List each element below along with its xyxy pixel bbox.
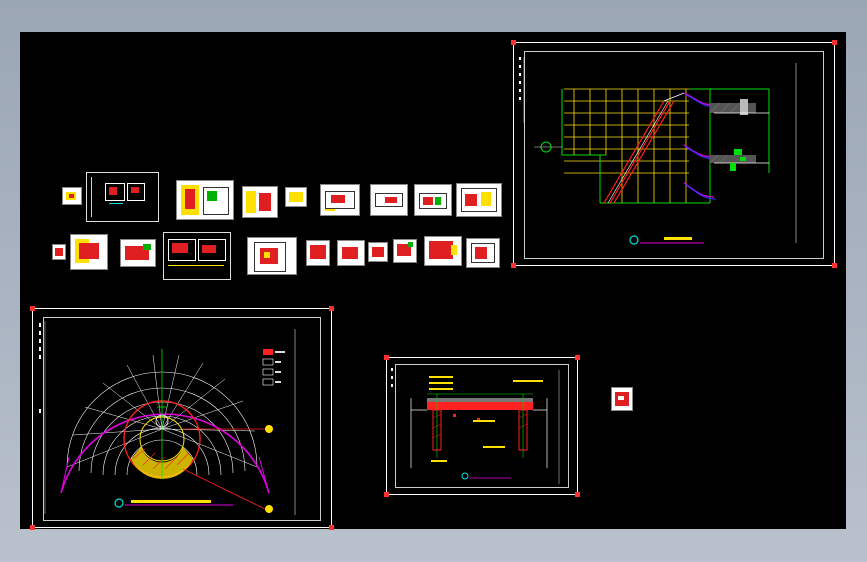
thumb-sheet-11[interactable] (70, 234, 108, 270)
thumb-sheet-01[interactable] (62, 187, 82, 205)
thumb-sheet-10[interactable] (52, 244, 66, 260)
thumb-sheet-18[interactable] (393, 239, 417, 263)
stair-elevation-drawing (519, 57, 797, 245)
thumb-sheet-09[interactable] (456, 183, 502, 217)
title-bubble-icon (114, 498, 124, 508)
thumb-sheet-19[interactable] (424, 236, 462, 266)
fan-plan-sheet[interactable] (30, 306, 334, 530)
thumb-sheet-03[interactable] (176, 180, 234, 220)
section-detail-drawing (391, 368, 560, 484)
section-detail-sheet[interactable] (384, 355, 580, 497)
thumb-sheet-06[interactable] (320, 184, 360, 216)
thumb-sheet-16[interactable] (337, 240, 365, 266)
thumb-sheet-20[interactable] (466, 238, 500, 268)
thumb-sheet-17[interactable] (368, 242, 388, 262)
stamp-icon[interactable] (611, 387, 633, 411)
fan-plan-drawing (39, 321, 296, 515)
thumb-sheet-05[interactable] (285, 187, 307, 207)
thumb-sheet-07[interactable] (370, 184, 408, 216)
thumb-sheet-13[interactable] (163, 232, 231, 280)
title-bubble-icon (461, 472, 469, 480)
thumb-sheet-04[interactable] (242, 186, 278, 218)
thumb-sheet-12[interactable] (120, 239, 156, 267)
thumb-sheet-14[interactable] (247, 237, 297, 275)
thumb-sheet-02[interactable] (86, 172, 159, 222)
cad-model-space[interactable] (20, 32, 846, 530)
callout-marker-icon (265, 425, 273, 433)
title-bubble-icon (629, 235, 639, 245)
thumb-sheet-08[interactable] (414, 184, 452, 216)
stair-elevation-sheet[interactable] (511, 40, 837, 268)
thumb-sheet-15[interactable] (306, 240, 330, 266)
